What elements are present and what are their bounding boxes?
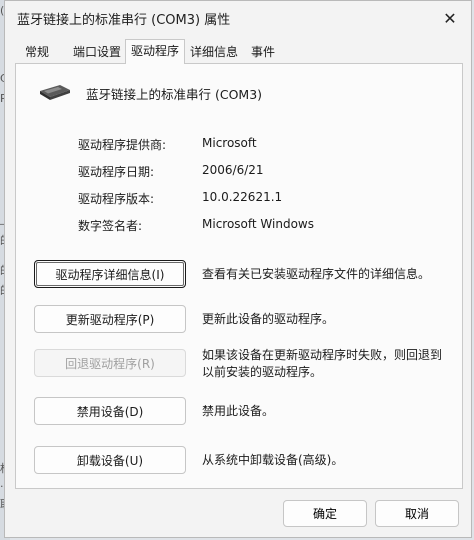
- update-driver-description: 更新此设备的驱动程序。: [202, 312, 335, 326]
- provider-label: 驱动程序提供商:: [78, 138, 167, 152]
- driver-details-button[interactable]: 驱动程序详细信息(I): [34, 260, 186, 288]
- signer-label: 数字签名者:: [78, 219, 143, 233]
- tab-details[interactable]: 详细信息: [185, 42, 243, 63]
- tab-events[interactable]: 事件: [243, 42, 283, 63]
- title-bar[interactable]: 蓝牙链接上的标准串行 (COM3) 属性 ✕: [5, 1, 471, 35]
- ok-button[interactable]: 确定: [283, 500, 367, 527]
- serial-port-device-icon: [40, 85, 70, 100]
- version-value: 10.0.22621.1: [202, 190, 283, 204]
- close-button[interactable]: ✕: [435, 5, 465, 31]
- tab-general[interactable]: 常规: [15, 42, 59, 63]
- close-icon: ✕: [443, 8, 457, 28]
- signer-value: Microsoft Windows: [202, 217, 314, 231]
- version-label: 驱动程序版本:: [78, 192, 155, 206]
- window-title: 蓝牙链接上的标准串行 (COM3) 属性: [17, 13, 231, 28]
- driver-details-description: 查看有关已安装驱动程序文件的详细信息。: [202, 267, 431, 281]
- disable-device-description: 禁用此设备。: [202, 404, 275, 418]
- disable-device-button[interactable]: 禁用设备(D): [34, 397, 186, 425]
- update-driver-button[interactable]: 更新驱动程序(P): [34, 305, 186, 333]
- tab-port-settings[interactable]: 端口设置: [65, 42, 129, 63]
- roll-back-driver-description: 如果该设备在更新驱动程序时失败，则回退到以前安装的驱动程序。: [202, 348, 443, 379]
- cancel-button[interactable]: 取消: [375, 500, 459, 527]
- properties-dialog: 蓝牙链接上的标准串行 (COM3) 属性 ✕ 常规 端口设置 驱动程序 详细信息…: [4, 0, 472, 538]
- uninstall-device-description: 从系统中卸载设备(高级)。: [202, 453, 344, 467]
- provider-value: Microsoft: [202, 136, 257, 150]
- device-name: 蓝牙链接上的标准串行 (COM3): [86, 87, 263, 102]
- driver-tab-panel: 蓝牙链接上的标准串行 (COM3) 驱动程序提供商: Microsoft 驱动程…: [15, 63, 463, 489]
- date-label: 驱动程序日期:: [78, 165, 155, 179]
- uninstall-device-button[interactable]: 卸载设备(U): [34, 446, 186, 474]
- tab-driver[interactable]: 驱动程序: [125, 39, 185, 64]
- roll-back-driver-button: 回退驱动程序(R): [34, 349, 186, 377]
- date-value: 2006/6/21: [202, 163, 264, 177]
